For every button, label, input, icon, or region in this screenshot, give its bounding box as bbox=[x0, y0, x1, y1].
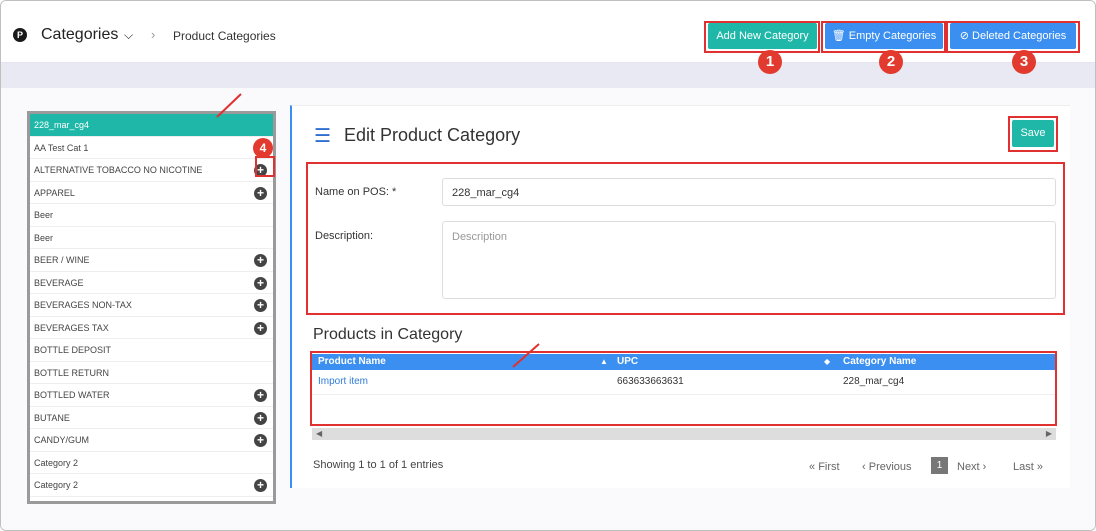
column-header-product-name[interactable]: Product Name bbox=[318, 354, 386, 370]
expand-plus-icon[interactable]: + bbox=[254, 254, 267, 267]
category-label: BEVERAGES TAX bbox=[34, 322, 109, 333]
product-name-cell[interactable]: Import item bbox=[318, 376, 368, 387]
scroll-right-icon[interactable]: ▶ bbox=[1046, 428, 1052, 440]
breadcrumb[interactable]: Product Categories bbox=[173, 29, 276, 43]
expand-plus-icon[interactable]: + bbox=[254, 434, 267, 447]
empty-categories-button[interactable]: 🗑︎ Empty Categories bbox=[825, 23, 943, 49]
category-item[interactable]: Category 2 + bbox=[30, 474, 273, 497]
expand-plus-icon[interactable]: + bbox=[254, 389, 267, 402]
category-label: APPAREL bbox=[34, 187, 75, 198]
edit-title: Edit Product Category bbox=[344, 125, 521, 145]
next-page-button[interactable]: Next › bbox=[957, 461, 986, 473]
previous-label: Previous bbox=[868, 461, 912, 473]
category-item[interactable]: BOTTLE RETURN bbox=[30, 362, 273, 384]
ban-icon: ⊘ bbox=[959, 30, 969, 42]
empty-categories-label: Empty Categories bbox=[848, 30, 937, 42]
sort-icon[interactable]: ◆ bbox=[824, 354, 830, 370]
category-item[interactable]: APPAREL + bbox=[30, 182, 273, 204]
deleted-categories-button[interactable]: ⊘ Deleted Categories bbox=[950, 23, 1076, 49]
category-item[interactable]: BOTTLE DEPOSIT bbox=[30, 339, 273, 362]
list-icon: ☰ bbox=[314, 126, 332, 147]
description-textarea[interactable]: Description bbox=[442, 221, 1056, 299]
category-item[interactable]: Beer bbox=[30, 227, 273, 249]
category-label: ALTERNATIVE TOBACCO NO NICOTINE bbox=[34, 165, 203, 175]
entries-info: Showing 1 to 1 of 1 entries bbox=[313, 459, 444, 471]
category-item[interactable]: BEVERAGE + bbox=[30, 272, 273, 294]
first-label: First bbox=[818, 461, 840, 473]
category-label: Category 2 bbox=[34, 457, 79, 468]
category-item[interactable]: BOTTLED WATER + bbox=[30, 384, 273, 407]
last-page-button[interactable]: Last » bbox=[1013, 461, 1043, 473]
callout-number: 4 bbox=[253, 138, 273, 158]
description-label: Description: bbox=[315, 230, 374, 242]
first-page-button[interactable]: « First bbox=[809, 461, 840, 473]
category-label: BOTTLED WATER bbox=[34, 390, 110, 400]
app-frame: P Categories ⌵ › Product Categories Add … bbox=[0, 0, 1096, 531]
category-item[interactable]: 228_mar_cg4 bbox=[30, 114, 273, 137]
upc-cell: 663633663631 bbox=[617, 376, 684, 387]
expand-plus-icon[interactable]: + bbox=[254, 321, 267, 335]
category-item[interactable]: AA Test Cat 1 bbox=[30, 137, 273, 159]
category-item[interactable]: BUTANE + bbox=[30, 407, 273, 429]
callout-number: 1 bbox=[758, 50, 782, 74]
trash-icon: 🗑︎ bbox=[831, 30, 846, 42]
category-item[interactable]: BEVERAGES TAX + bbox=[30, 317, 273, 339]
callout-number: 2 bbox=[879, 50, 903, 74]
category-list[interactable]: 228_mar_cg4 AA Test Cat 1 ALTERNATIVE TO… bbox=[27, 111, 276, 504]
save-button[interactable]: Save bbox=[1012, 120, 1054, 147]
row-divider bbox=[312, 394, 1056, 395]
category-label: Category 2 bbox=[34, 480, 79, 490]
deleted-categories-label: Deleted Categories bbox=[972, 30, 1067, 42]
page-band bbox=[1, 63, 1095, 88]
products-table: Product Name ▲ UPC ◆ Category Name Impor… bbox=[312, 354, 1056, 424]
category-item[interactable]: Beer bbox=[30, 204, 273, 227]
expand-plus-icon[interactable]: + bbox=[254, 479, 267, 492]
expand-plus-icon[interactable]: + bbox=[254, 411, 267, 425]
category-name-cell: 228_mar_cg4 bbox=[843, 376, 905, 387]
category-label: BEVERAGES NON-TAX bbox=[34, 300, 132, 310]
category-item[interactable]: Category 2 bbox=[30, 452, 273, 474]
expand-plus-icon[interactable]: + bbox=[254, 276, 267, 290]
add-new-category-button[interactable]: Add New Category bbox=[708, 23, 817, 49]
sort-up-icon[interactable]: ▲ bbox=[600, 354, 608, 370]
callout-number: 3 bbox=[1012, 50, 1036, 74]
category-label: AA Test Cat 1 bbox=[34, 142, 89, 153]
next-label: Next bbox=[957, 461, 980, 473]
category-label: BEVERAGE bbox=[34, 277, 84, 288]
app-logo-icon: P bbox=[13, 28, 27, 42]
category-label: Beer bbox=[34, 232, 54, 243]
expand-plus-icon[interactable]: + bbox=[254, 186, 267, 200]
page-title[interactable]: Categories bbox=[41, 26, 118, 44]
category-label: BOTTLE RETURN bbox=[34, 367, 110, 378]
category-item[interactable]: CANDY/GUM + bbox=[30, 429, 273, 452]
category-label: CANDY/GUM bbox=[34, 435, 90, 445]
last-label: Last bbox=[1013, 461, 1034, 473]
expand-plus-icon[interactable]: + bbox=[254, 164, 267, 177]
column-header-category-name[interactable]: Category Name bbox=[843, 354, 916, 370]
name-label: Name on POS: * bbox=[315, 186, 397, 198]
chevron-down-icon[interactable]: ⌵ bbox=[124, 28, 133, 43]
category-item[interactable]: ALTERNATIVE TOBACCO NO NICOTINE + bbox=[30, 159, 273, 182]
category-item[interactable]: BEER / WINE + bbox=[30, 249, 273, 272]
category-label: BEER / WINE bbox=[34, 255, 90, 265]
category-label: BUTANE bbox=[34, 412, 70, 423]
expand-plus-icon[interactable]: + bbox=[254, 299, 267, 312]
name-input[interactable]: 228_mar_cg4 bbox=[442, 178, 1056, 206]
category-item[interactable]: BEVERAGES NON-TAX + bbox=[30, 294, 273, 317]
category-label: 228_mar_cg4 bbox=[34, 120, 90, 130]
category-label: BOTTLE DEPOSIT bbox=[34, 345, 112, 355]
table-header: Product Name ▲ UPC ◆ Category Name bbox=[312, 354, 1056, 370]
horizontal-scrollbar[interactable]: ◀ ▶ bbox=[312, 428, 1056, 440]
column-header-upc[interactable]: UPC bbox=[617, 354, 638, 370]
previous-page-button[interactable]: ‹ Previous bbox=[862, 461, 912, 473]
scroll-left-icon[interactable]: ◀ bbox=[316, 428, 322, 440]
category-label: Beer bbox=[34, 210, 54, 220]
breadcrumb-separator-icon: › bbox=[151, 27, 156, 42]
top-bar: P Categories ⌵ › Product Categories Add … bbox=[1, 1, 1095, 63]
current-page-button[interactable]: 1 bbox=[931, 457, 948, 474]
products-title: Products in Category bbox=[313, 326, 463, 343]
